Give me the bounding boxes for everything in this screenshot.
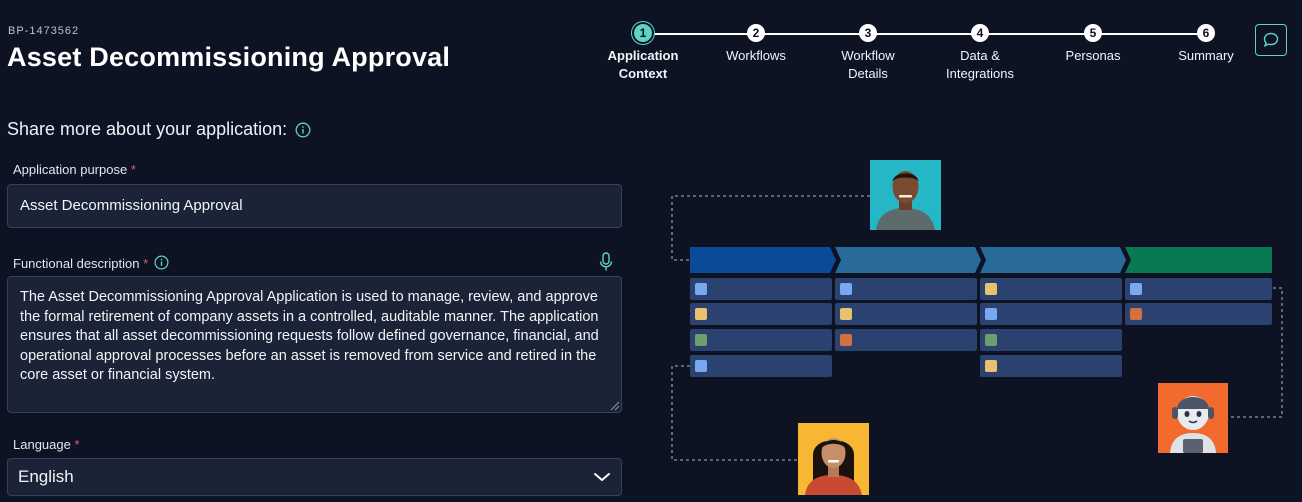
chat-button[interactable] [1255,24,1287,56]
step-personas[interactable]: 5 Personas [1033,24,1153,65]
step-label: Summary [1178,48,1234,63]
resize-handle-icon[interactable] [608,399,620,411]
purpose-label: Application purpose * [13,162,136,177]
chevron-down-icon [594,473,610,481]
board-card [690,329,832,351]
info-icon[interactable] [295,122,311,138]
language-select[interactable]: English [7,458,622,496]
required-marker: * [130,162,136,177]
step-number: 2 [747,24,765,42]
step-label: Workflow Details [841,48,895,81]
board-card [980,303,1122,325]
step-application-context[interactable]: 1 Application Context [583,24,703,83]
step-label: Workflows [726,48,786,63]
workflow-illustration [660,150,1300,502]
chat-bubble-icon [1263,32,1279,48]
language-label: Language * [13,437,80,452]
step-number: 4 [971,24,989,42]
progress-stepper: 1 Application Context 2 Workflows 3 Work… [600,24,1250,94]
step-workflow-details[interactable]: 3 Workflow Details [808,24,928,83]
step-label: Application Context [607,48,679,81]
board-card [1125,278,1272,300]
board-card [690,278,832,300]
info-icon[interactable] [154,255,170,271]
language-selected-value: English [18,467,74,486]
step-summary[interactable]: 6 Summary [1146,24,1266,65]
persona-avatar-man [870,160,941,230]
persona-avatar-robot [1158,383,1228,453]
step-number: 1 [634,24,652,42]
board-card [690,303,832,325]
board-card [980,355,1122,377]
board-card [1125,303,1272,325]
required-marker: * [74,437,80,452]
step-data-integrations[interactable]: 4 Data & Integrations [920,24,1040,83]
persona-avatar-woman [798,423,869,495]
step-workflows[interactable]: 2 Workflows [696,24,816,65]
board-card [835,303,977,325]
functional-description-textarea[interactable]: The Asset Decommissioning Approval Appli… [7,276,622,413]
board-card [980,278,1122,300]
step-number: 5 [1084,24,1102,42]
board-card [835,278,977,300]
page-title: Asset Decommissioning Approval [7,42,451,72]
step-number: 6 [1197,24,1215,42]
step-number: 3 [859,24,877,42]
step-label: Data & Integrations [946,48,1014,81]
microphone-icon[interactable] [598,252,614,272]
application-purpose-input[interactable]: Asset Decommissioning Approval [7,184,622,228]
board-card [690,355,832,377]
required-marker: * [143,255,149,271]
blueprint-id: BP-1473562 [8,25,80,37]
description-label: Functional description * [13,255,170,271]
board-card [980,329,1122,351]
board-card [835,329,977,351]
section-heading: Share more about your application: [7,119,311,140]
step-label: Personas [1065,48,1121,63]
